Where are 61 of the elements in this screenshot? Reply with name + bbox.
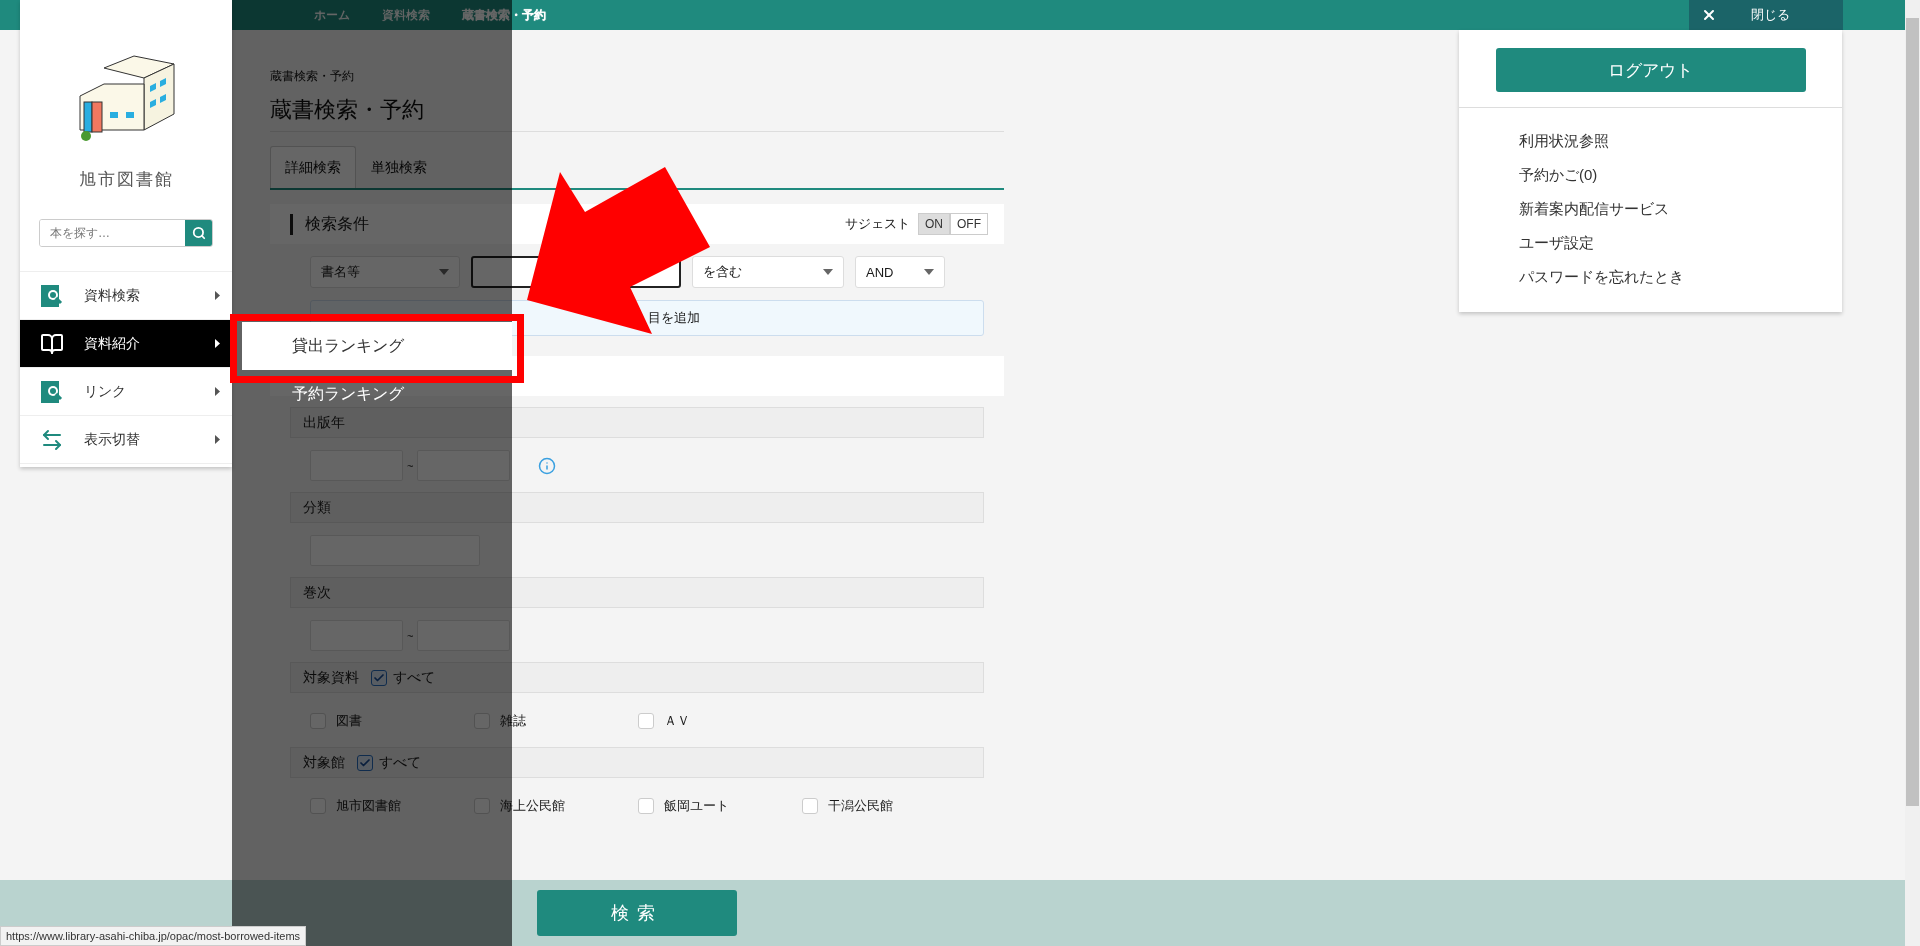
scrollbar-thumb[interactable] xyxy=(1906,18,1919,806)
book-icon xyxy=(40,331,64,356)
sidebar-item[interactable]: リンク xyxy=(20,368,232,416)
menu-link[interactable]: 予約かご(0) xyxy=(1519,164,1842,186)
checkbox[interactable] xyxy=(371,669,387,686)
toggle-option[interactable]: OFF xyxy=(950,213,988,235)
filter-label: 出版年 xyxy=(303,413,345,432)
check-icon xyxy=(359,756,371,769)
check-icon xyxy=(373,671,385,684)
info-icon[interactable] xyxy=(538,456,557,475)
range-separator: ~ xyxy=(407,459,414,472)
menu-link[interactable]: 新着案内配信サービス xyxy=(1519,198,1842,220)
caret-icon xyxy=(215,339,220,348)
suggest-label: サジェスト xyxy=(845,215,910,233)
caret-icon xyxy=(215,387,220,396)
checkbox-label: ＡＶ xyxy=(664,711,690,730)
page-title: 蔵書検索・予約 xyxy=(270,95,1004,132)
search-icon[interactable] xyxy=(185,220,212,246)
menu-link[interactable]: パスワードを忘れたとき xyxy=(1519,266,1842,288)
page-caption: 蔵書検索・予約 xyxy=(270,68,355,85)
dropdown-caret-icon xyxy=(924,269,934,275)
scrollbar[interactable] xyxy=(1905,0,1920,946)
close-icon xyxy=(1701,7,1717,23)
toggle-option[interactable]: ON xyxy=(918,213,950,235)
operator-select[interactable]: AND xyxy=(855,256,945,288)
range-to-field[interactable] xyxy=(417,620,511,651)
checkbox-label: すべて xyxy=(393,668,435,687)
checkbox[interactable] xyxy=(357,754,373,771)
tab[interactable]: 詳細検索 xyxy=(270,146,356,188)
filter-label: 対象館 xyxy=(303,753,345,772)
dropdown-caret-icon xyxy=(439,269,449,275)
logout-button[interactable]: ログアウト xyxy=(1495,48,1806,92)
search-book-icon xyxy=(40,283,64,308)
sidebar-item[interactable]: 資料紹介 xyxy=(20,320,232,368)
filter-label: 巻次 xyxy=(303,583,331,602)
caret-icon xyxy=(215,291,220,300)
filter-label: 分類 xyxy=(303,498,331,517)
checkbox-label: すべて xyxy=(379,753,421,772)
match-select[interactable]: を含む xyxy=(692,256,844,288)
book-search-field[interactable]: 本を探す… xyxy=(39,219,213,247)
filter-label: 対象資料 xyxy=(303,668,359,687)
submenu-item[interactable]: 貸出ランキング xyxy=(242,322,512,370)
range-separator: ~ xyxy=(407,629,414,642)
checkbox-label: 図書 xyxy=(336,711,362,730)
caret-icon xyxy=(215,435,220,444)
search-button[interactable]: 検索 xyxy=(537,890,737,936)
menu-link[interactable]: ユーザ設定 xyxy=(1519,232,1842,254)
close-button[interactable]: 閉じる xyxy=(1689,0,1843,30)
sidebar-item[interactable]: 資料検索 xyxy=(20,272,232,320)
dropdown-caret-icon xyxy=(823,269,833,275)
checkbox-label: 飯岡ユート xyxy=(664,796,729,815)
swap-arrows-icon xyxy=(40,427,64,452)
checkbox-label: 旭市図書館 xyxy=(336,796,401,815)
sidebar-item[interactable]: 表示切替 xyxy=(20,416,232,464)
range-to-field[interactable] xyxy=(417,450,511,481)
search-book-icon xyxy=(40,379,64,404)
library-name: 旭市図書館 xyxy=(78,169,174,191)
status-url: https://www.library-asahi-chiba.jp/opac/most-borrowed-items xyxy=(0,926,307,946)
menu-link[interactable]: 利用状況参照 xyxy=(1519,130,1842,152)
checkbox-label: 干潟公民館 xyxy=(828,796,893,815)
add-condition-text: 目を追加 xyxy=(648,309,700,327)
